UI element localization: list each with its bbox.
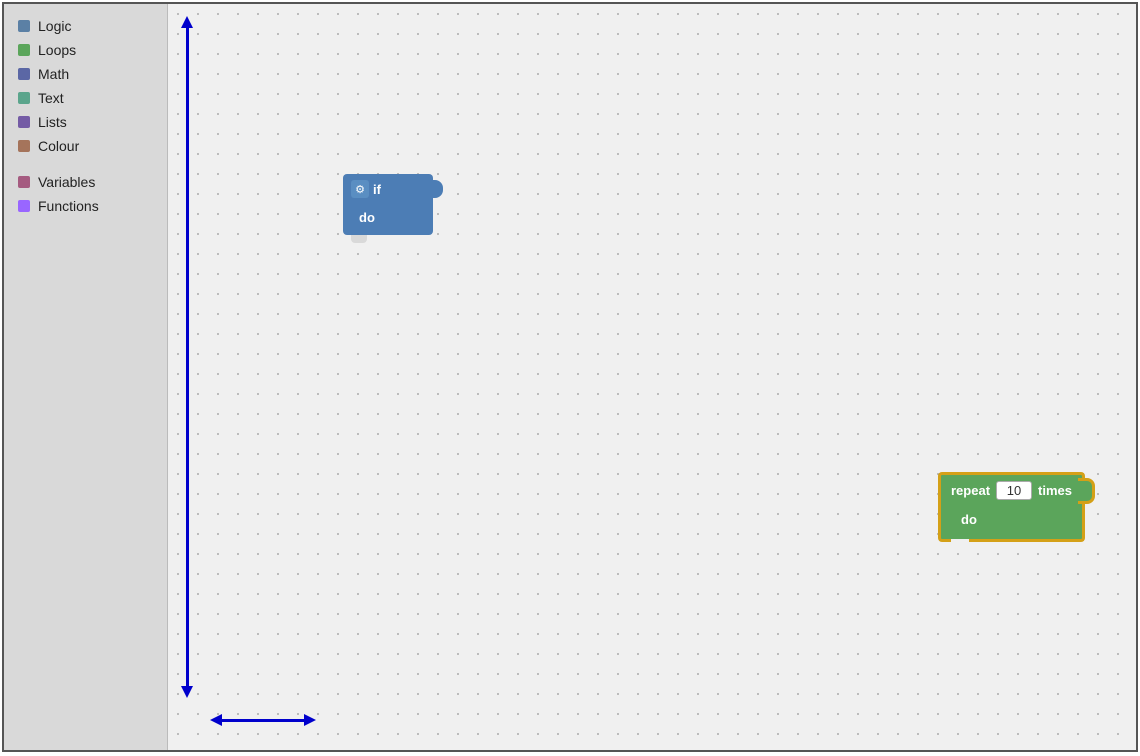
do-label-repeat: do: [961, 512, 977, 527]
variables-color-dot: [18, 176, 30, 188]
do-label: do: [359, 210, 375, 225]
sidebar-item-label: Math: [38, 66, 69, 82]
sidebar-item-variables[interactable]: Variables: [4, 170, 167, 194]
repeat-label: repeat: [951, 483, 990, 498]
sidebar-item-label: Loops: [38, 42, 76, 58]
vertical-arrow: [186, 24, 189, 690]
colour-color-dot: [18, 140, 30, 152]
sidebar-item-label: Variables: [38, 174, 95, 190]
if-block-top: ⚙ if: [343, 174, 433, 204]
sidebar-item-math[interactable]: Math: [4, 62, 167, 86]
sidebar-item-colour[interactable]: Colour: [4, 134, 167, 158]
sidebar-item-label: Logic: [38, 18, 71, 34]
repeat-block[interactable]: repeat times do: [938, 472, 1085, 542]
sidebar-spacer: [4, 158, 167, 170]
sidebar-item-label: Functions: [38, 198, 99, 214]
canvas-area[interactable]: ⚙ if do repeat times do: [168, 4, 1136, 750]
horizontal-arrow: [218, 719, 308, 722]
sidebar-item-logic[interactable]: Logic: [4, 14, 167, 38]
repeat-value-input[interactable]: [996, 481, 1032, 500]
sidebar-item-lists[interactable]: Lists: [4, 110, 167, 134]
sidebar-item-loops[interactable]: Loops: [4, 38, 167, 62]
loops-color-dot: [18, 44, 30, 56]
repeat-block-bottom: do: [938, 506, 1085, 542]
if-block[interactable]: ⚙ if do: [343, 174, 433, 235]
functions-color-dot: [18, 200, 30, 212]
sidebar-item-label: Text: [38, 90, 64, 106]
if-label: if: [373, 182, 381, 197]
sidebar-item-label: Colour: [38, 138, 79, 154]
math-color-dot: [18, 68, 30, 80]
main-container: Logic Loops Math Text Lists Colour Varia…: [2, 2, 1138, 752]
repeat-block-top: repeat times: [938, 472, 1085, 506]
sidebar-item-label: Lists: [38, 114, 67, 130]
lists-color-dot: [18, 116, 30, 128]
logic-color-dot: [18, 20, 30, 32]
text-color-dot: [18, 92, 30, 104]
sidebar-item-functions[interactable]: Functions: [4, 194, 167, 218]
sidebar: Logic Loops Math Text Lists Colour Varia…: [4, 4, 168, 750]
gear-icon[interactable]: ⚙: [351, 180, 369, 198]
if-block-bottom: do: [343, 204, 433, 235]
sidebar-item-text[interactable]: Text: [4, 86, 167, 110]
times-label: times: [1038, 483, 1072, 498]
